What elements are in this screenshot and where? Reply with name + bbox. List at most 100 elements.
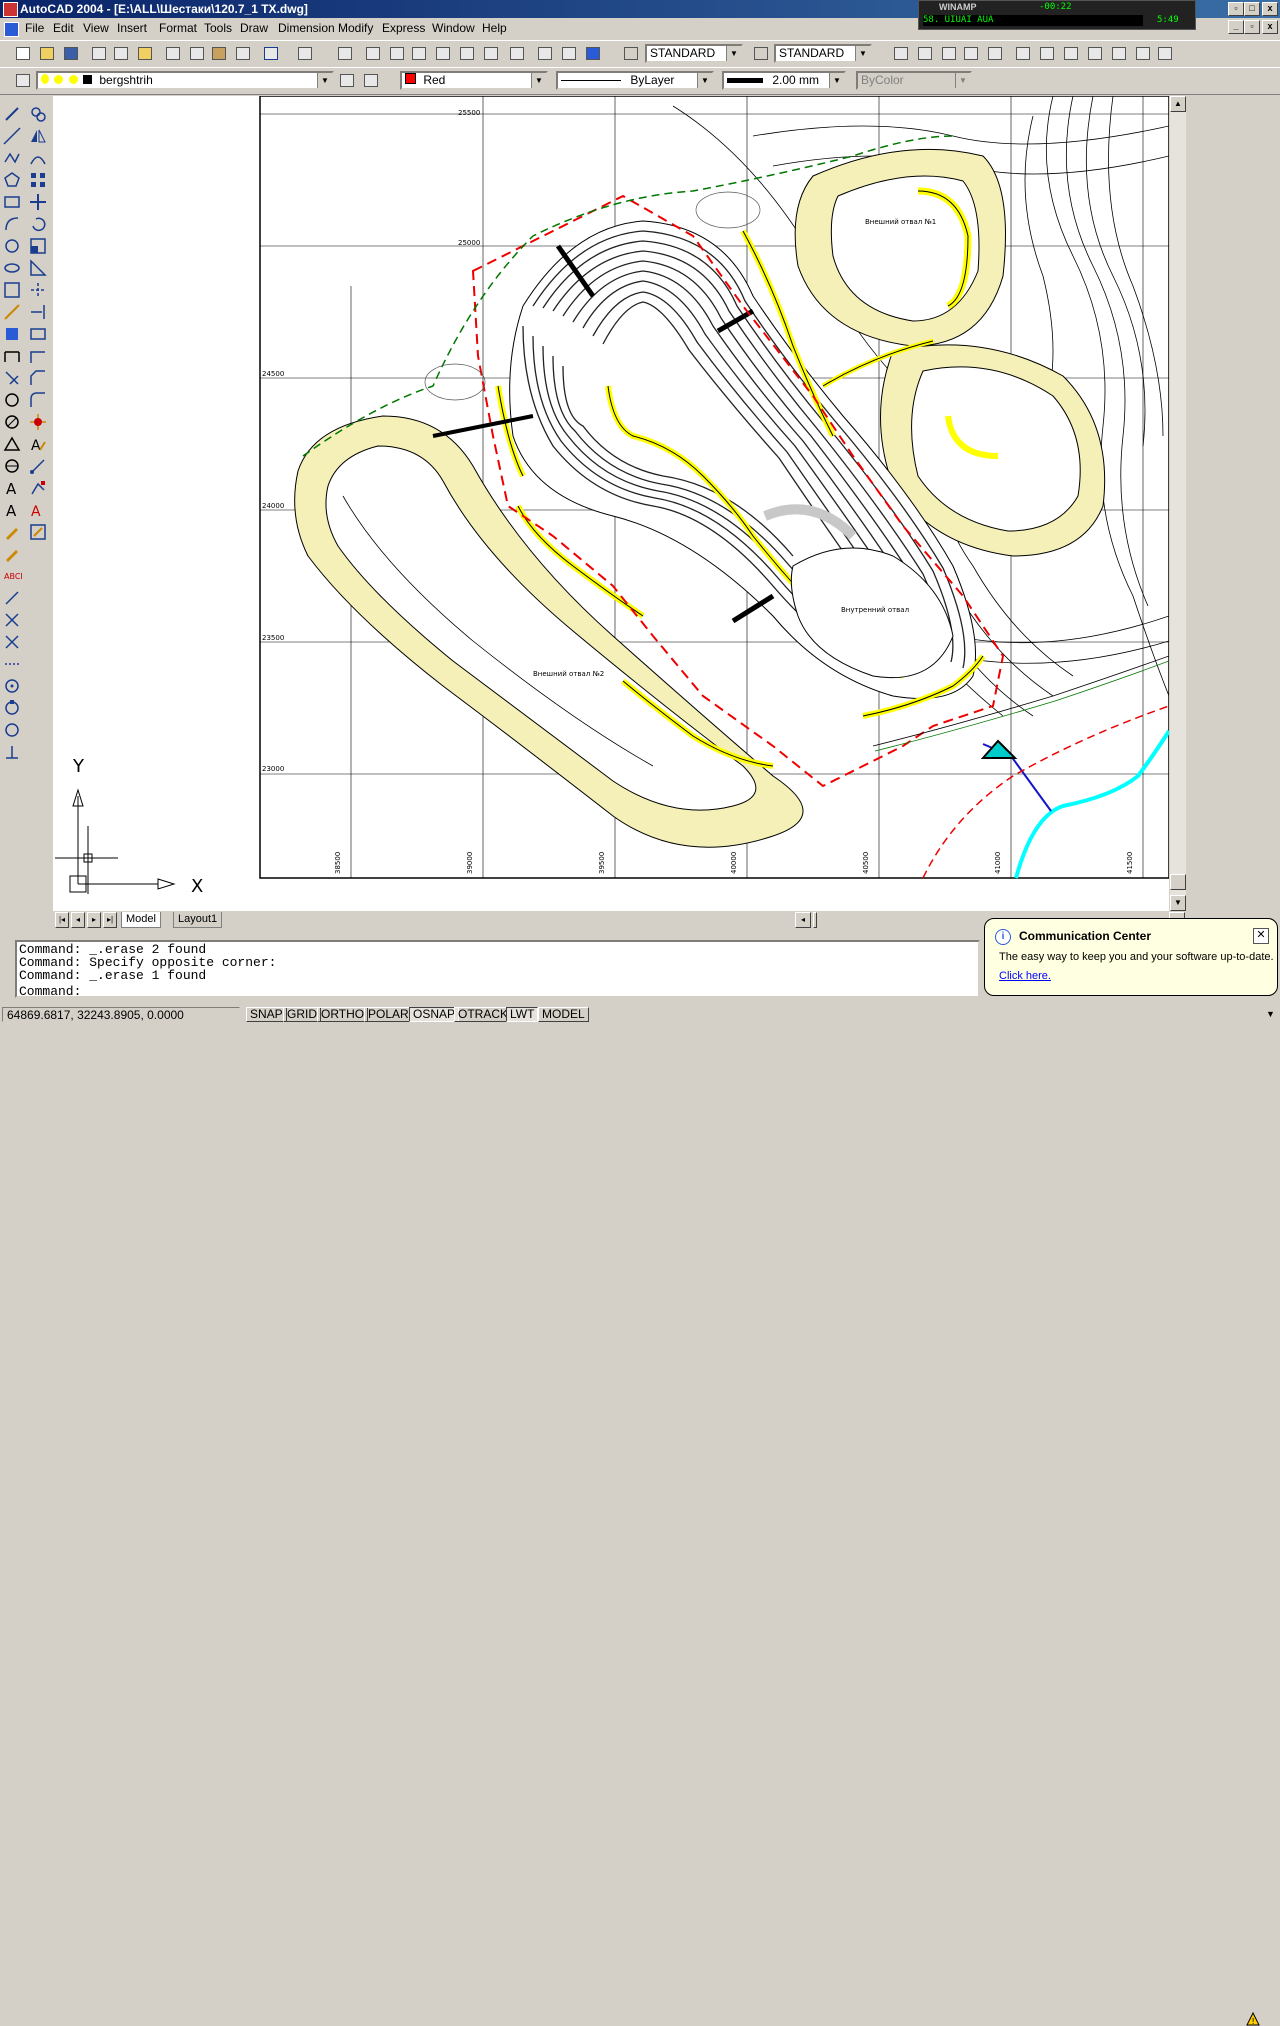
break-at-point-icon[interactable] [28,324,48,344]
express-tool-9-icon[interactable] [1086,45,1104,62]
array-icon[interactable] [28,170,48,190]
circle-icon[interactable] [2,236,22,256]
osnap-intersection-icon[interactable] [2,610,22,630]
grid-toggle[interactable]: GRID [283,1007,321,1022]
tool-palettes-icon[interactable] [482,45,500,62]
lineweight-combo[interactable]: 2.00 mm ▼ [722,71,846,90]
first-tab-icon[interactable]: |◂ [55,912,69,928]
design-center-icon[interactable] [458,45,476,62]
markup-icon[interactable] [508,45,526,62]
tab-layout1[interactable]: Layout1 [173,912,223,928]
layer-previous-icon[interactable] [362,72,380,89]
open-folder-icon[interactable] [38,45,56,62]
last-tab-icon[interactable]: ▸| [103,912,117,928]
doc-restore-button[interactable]: ▫ [1244,20,1260,34]
chevron-down-icon[interactable]: ▼ [829,73,844,88]
scroll-down-button[interactable]: ▼ [1170,895,1186,911]
spell-check-icon[interactable]: ABCD [2,566,27,586]
stretch-icon[interactable] [28,258,48,278]
chamfer-icon[interactable] [28,368,48,388]
linetype-combo[interactable]: ByLayer ▼ [556,71,714,90]
scale-icon[interactable] [28,236,48,256]
autocad-app-icon[interactable] [3,2,18,17]
app-close-button[interactable]: x [1262,2,1278,16]
publish-icon[interactable] [136,45,154,62]
close-icon[interactable]: ✕ [1253,928,1269,944]
properties-icon[interactable] [434,45,452,62]
express-tool-12-icon[interactable] [1156,45,1174,62]
fillet-icon[interactable] [28,390,48,410]
command-prompt[interactable]: Command: [19,985,81,998]
express-tool-2-icon[interactable] [916,45,934,62]
hscroll-thumb[interactable] [813,912,817,928]
app-maximize-button[interactable]: □ [1244,2,1260,16]
express-tool-6-icon[interactable] [1014,45,1032,62]
gradient-icon[interactable] [2,412,22,432]
scroll-thumb[interactable] [1170,874,1186,890]
express-tool-7-icon[interactable] [1038,45,1056,62]
zoom-window-icon[interactable] [388,45,406,62]
otrack-toggle[interactable]: OTRACK [454,1007,513,1022]
layer-manager-icon[interactable] [14,72,32,89]
make-object-layer-current-icon[interactable] [338,72,356,89]
table-icon[interactable] [2,456,22,476]
polar-toggle[interactable]: POLAR [364,1007,413,1022]
ray-icon[interactable] [2,588,22,608]
arc-icon[interactable] [2,214,22,234]
explode-icon[interactable] [28,412,48,432]
multiline-text-icon[interactable]: A [2,478,22,498]
status-menu-chevron-icon[interactable]: ▼ [1266,1009,1275,1019]
match-properties-icon[interactable] [234,45,252,62]
make-block-icon[interactable] [2,346,22,366]
osnap-extension-icon[interactable] [2,654,22,674]
copy-icon[interactable] [188,45,206,62]
snap-toggle[interactable]: SNAP [246,1007,287,1022]
menu-help[interactable]: Help [482,21,507,35]
chevron-down-icon[interactable]: ▼ [697,73,712,88]
doc-minimize-button[interactable]: _ [1228,20,1244,34]
line-icon[interactable] [2,104,22,124]
pedit-icon[interactable] [28,478,48,498]
osnap-toggle[interactable]: OSNAP [409,1007,460,1022]
menu-edit[interactable]: Edit [53,21,74,35]
edit-text-icon[interactable] [2,522,22,542]
tab-model[interactable]: Model [121,912,161,928]
scroll-up-button[interactable]: ▲ [1170,96,1186,112]
mirror-icon[interactable] [28,126,48,146]
lwt-toggle[interactable]: LWT [506,1007,539,1022]
paste-icon[interactable] [210,45,228,62]
menu-view[interactable]: View [83,21,109,35]
osnap-center-icon[interactable] [2,676,22,696]
balloon-link[interactable]: Click here. [999,970,1051,982]
express-tool-5-icon[interactable] [986,45,1004,62]
trim-icon[interactable] [28,280,48,300]
redo-icon[interactable] [296,45,314,62]
text-icon[interactable]: A [2,500,22,520]
plot-icon[interactable] [90,45,108,62]
spline-icon[interactable] [2,280,22,300]
chevron-down-icon[interactable]: ▼ [726,46,741,61]
hatch-edit-icon[interactable]: A [28,500,48,520]
express-tool-8-icon[interactable] [1062,45,1080,62]
save-icon[interactable] [62,45,80,62]
dbconnect-icon[interactable] [560,45,578,62]
zoom-realtime-icon[interactable] [364,45,382,62]
doc-close-button[interactable]: x [1262,20,1278,34]
osnap-perpendicular-icon[interactable] [2,742,22,762]
offset-icon[interactable] [28,148,48,168]
text-style-combo[interactable]: STANDARD ▼ [645,44,743,63]
winamp-player[interactable]: WINAMP -00:22 58. UIUAI AUA 5:49 [918,0,1196,30]
prev-tab-icon[interactable]: ◂ [71,912,85,928]
construction-line-icon[interactable] [2,126,22,146]
ellipse-icon[interactable] [2,302,22,322]
text-edit-icon[interactable]: A [28,434,48,454]
move-icon[interactable] [28,192,48,212]
menu-file[interactable]: File [25,21,44,35]
dim-style-icon[interactable] [752,45,770,62]
osnap-tangent-icon[interactable] [2,720,22,740]
menu-window[interactable]: Window [432,21,475,35]
cut-icon[interactable] [164,45,182,62]
zoom-previous-icon[interactable] [410,45,428,62]
chevron-down-icon[interactable]: ▼ [531,73,546,88]
command-window[interactable]: Command: _.erase 2 found Command: Specif… [15,940,980,998]
